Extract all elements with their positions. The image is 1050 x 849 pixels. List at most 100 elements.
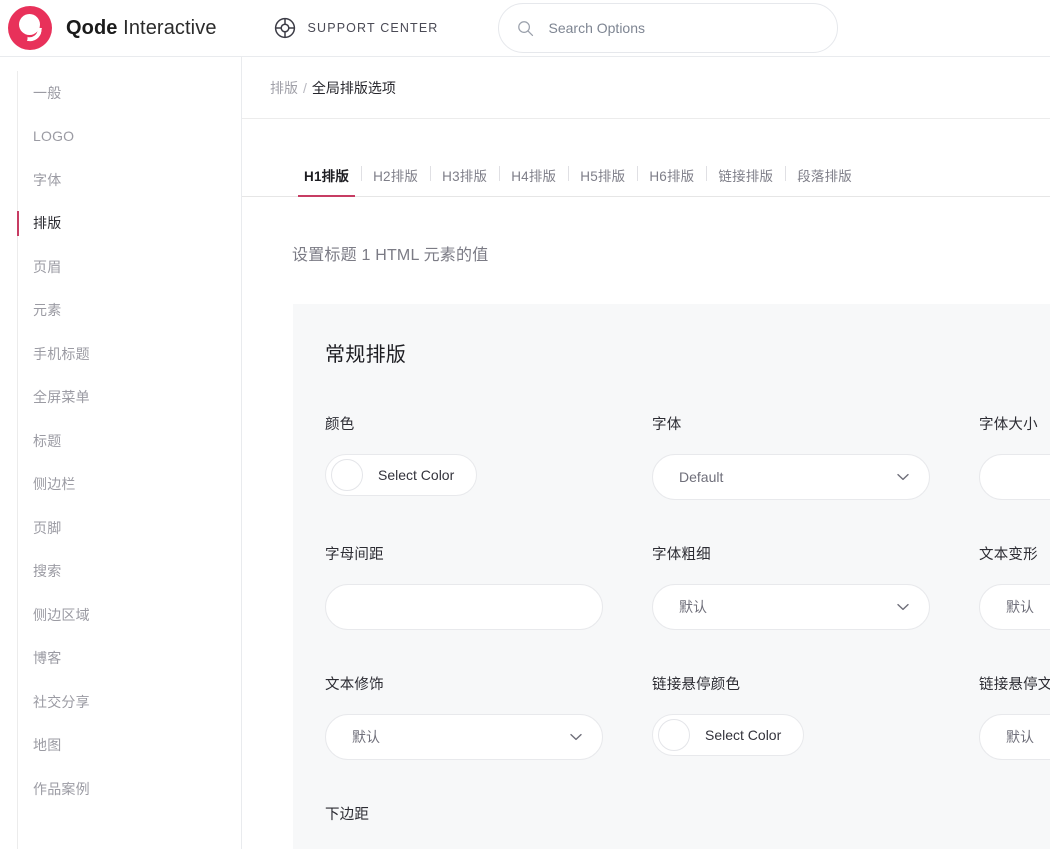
tab-7[interactable]: 段落排版 [785,165,864,196]
tab-4[interactable]: H5排版 [568,165,637,196]
tab-1[interactable]: H2排版 [361,165,430,196]
sidebar-item-label: 排版 [33,215,62,232]
breadcrumb-separator: / [303,79,307,96]
color-swatch[interactable] [331,459,363,491]
color-value-label: Select Color [705,727,782,743]
sidebar-item-15[interactable]: 地图 [0,724,241,768]
breadcrumb-parent[interactable]: 排版 [270,78,298,98]
sidebar-item-2[interactable]: 字体 [0,158,241,202]
search-icon [517,20,533,36]
field-select-value: Default [679,469,724,485]
chevron-down-icon [570,733,582,741]
sidebar-item-5[interactable]: 元素 [0,289,241,333]
field-8: 链接悬停文本默认 [979,673,1050,760]
sidebar-item-label: 页脚 [33,519,62,536]
support-center-link[interactable]: SUPPORT CENTER [273,16,439,40]
tab-0[interactable]: H1排版 [292,165,361,197]
tab-5[interactable]: H6排版 [637,165,706,196]
field-1: 字体 Default [652,413,979,500]
field-select-value: 默认 [1006,729,1034,745]
field-select-value: 默认 [1006,599,1034,615]
sidebar-item-4[interactable]: 页眉 [0,245,241,289]
search-input[interactable] [546,19,807,37]
search-box[interactable] [497,3,838,53]
logo-tail [27,26,42,43]
field-label: 链接悬停文本 [979,677,1050,693]
field-4: 字体粗细默认 [652,543,979,630]
bottom-margin-label: 下边距 [325,807,370,823]
sidebar-menu: 一般 LOGO 字体排版页眉元素手机标题全屏菜单标题侧边栏页脚搜索侧边区域博客社交分… [0,71,241,811]
field-label: 字体 [652,417,682,433]
field-3: 字母间距 [325,543,652,630]
sidebar-item-label: 侧边栏 [33,476,76,493]
field-7: 链接悬停颜色 Select Color [652,673,979,760]
section-description: 设置标题 1 HTML 元素的值 [292,247,489,264]
field-text-input[interactable] [325,584,603,630]
brand-name-regular: Interactive [117,16,217,39]
sidebar-item-8[interactable]: 标题 [0,419,241,463]
sidebar-item-12[interactable]: 侧边区域 [0,593,241,637]
field-5: 文本变形默认 [979,543,1050,630]
field-color-picker[interactable]: Select Color [652,714,805,756]
sidebar-item-label: 博客 [33,650,62,667]
tab-bar: H1排版 H2排版 H3排版 H4排版 H5排版 H6排版 链接排版 段落排版 [242,163,1050,197]
sidebar-item-13[interactable]: 博客 [0,637,241,681]
sidebar-item-3[interactable]: 排版 [0,202,241,246]
sidebar-item-label: 一般 [33,84,62,101]
main-content: 排版 / 全局排版选项 H1排版 H2排版 H3排版 H4排版 H5排版 H6排版 链接排版… [242,57,1050,849]
color-swatch[interactable] [658,719,690,751]
field-select-value: 默认 [352,729,380,745]
sidebar-item-9[interactable]: 侧边栏 [0,463,241,507]
sidebar-item-label: 全屏菜单 [33,389,90,406]
sidebar-item-label: LOGO [33,128,75,145]
tab-6[interactable]: 链接排版 [706,165,785,196]
sidebar-item-label: 作品案例 [33,780,90,797]
chevron-down-icon [897,473,909,481]
field-label: 文本修饰 [325,677,384,693]
sidebar-item-1[interactable]: LOGO [0,115,241,159]
sidebar-item-16[interactable]: 作品案例 [0,767,241,811]
field-select[interactable]: 默认 [652,584,930,630]
qode-logo-icon [8,6,52,50]
field-label: 字体粗细 [652,547,711,563]
field-select[interactable]: 默认 [979,584,1050,630]
sidebar-item-0[interactable]: 一般 [0,71,241,115]
field-label: 颜色 [325,417,355,433]
sidebar-item-label: 标题 [33,432,62,449]
field-label: 字母间距 [325,547,384,563]
brand[interactable]: Qode Interactive [8,6,217,50]
field-select-value: 默认 [679,599,707,615]
sidebar-item-label: 页眉 [33,258,62,275]
sidebar-item-10[interactable]: 页脚 [0,506,241,550]
tab-2[interactable]: H3排版 [430,165,499,196]
sidebar-item-7[interactable]: 全屏菜单 [0,376,241,420]
general-typography-panel: 常规排版 颜色 Select Color 字体 Default 字体大小字母间距 字体粗细… [293,304,1050,849]
sidebar-item-label: 元素 [33,302,62,319]
chevron-down-icon [897,603,909,611]
field-2: 字体大小 [979,413,1050,500]
field-color-picker[interactable]: Select Color [325,454,478,496]
sidebar-item-label: 字体 [33,171,62,188]
field-0: 颜色 Select Color [325,413,652,500]
app-header: Qode Interactive SUPPORT CENTER [0,0,1050,57]
sidebar-item-label: 搜索 [33,563,62,580]
sidebar-item-11[interactable]: 搜索 [0,550,241,594]
field-select[interactable]: 默认 [979,714,1050,760]
sidebar-item-6[interactable]: 手机标题 [0,332,241,376]
color-value-label: Select Color [378,467,455,483]
field-text-input[interactable] [979,454,1050,500]
field-6: 文本修饰默认 [325,673,652,760]
breadcrumb-current: 全局排版选项 [311,79,396,96]
sidebar-item-label: 手机标题 [33,345,90,362]
sidebar-item-label: 地图 [33,737,62,754]
tab-3[interactable]: H4排版 [499,165,568,196]
field-select[interactable]: 默认 [325,714,603,760]
field-select[interactable]: Default [652,454,930,500]
sidebar: 一般 LOGO 字体排版页眉元素手机标题全屏菜单标题侧边栏页脚搜索侧边区域博客社交分… [0,57,242,849]
field-label: 文本变形 [979,547,1038,563]
brand-title: Qode Interactive [66,17,217,40]
app-root: Qode Interactive SUPPORT CENTER Search O… [0,0,1050,849]
sidebar-item-14[interactable]: 社交分享 [0,680,241,724]
panel-title: 常规排版 [325,344,407,366]
sidebar-item-label: 侧边区域 [33,606,90,623]
